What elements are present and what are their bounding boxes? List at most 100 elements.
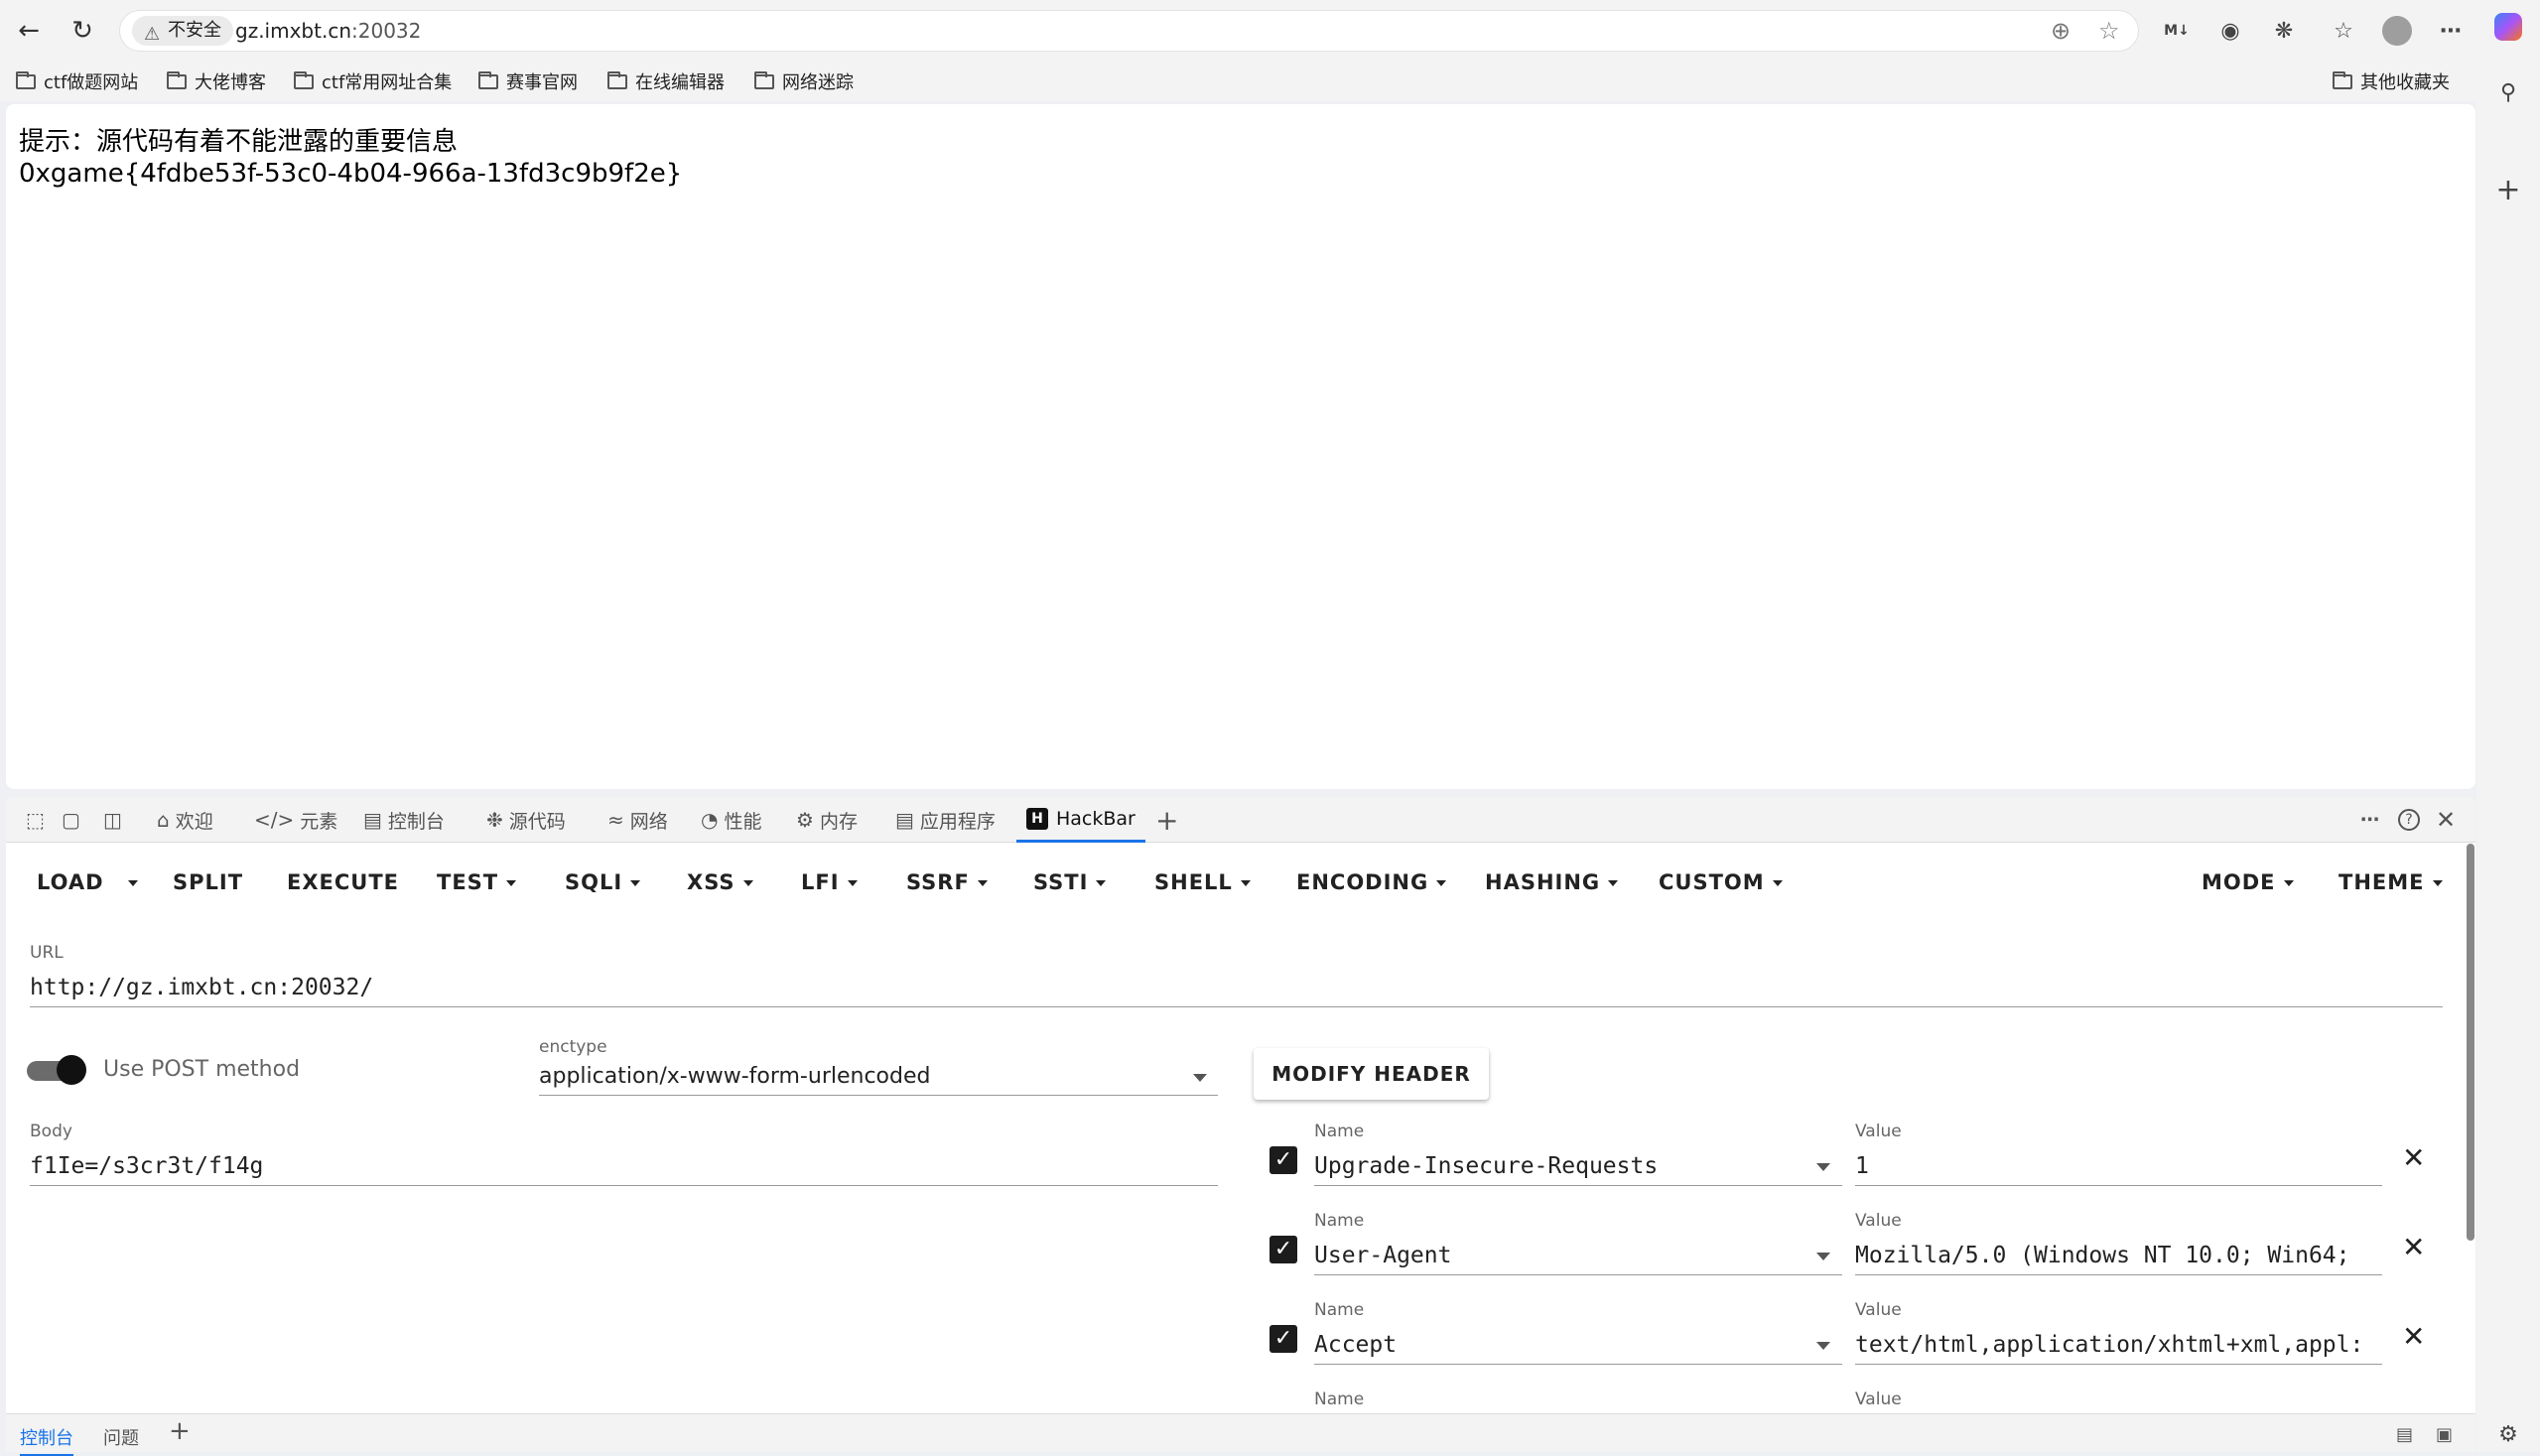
load-button[interactable]: LOAD bbox=[37, 870, 104, 894]
header-name-label: Name bbox=[1314, 1390, 1365, 1409]
header-value-input[interactable]: 1 bbox=[1855, 1153, 2382, 1186]
devtools-scrollbar[interactable] bbox=[2467, 844, 2474, 1241]
header-name-dropdown-icon[interactable] bbox=[1816, 1163, 1830, 1171]
close-devtools-icon[interactable]: ✕ bbox=[2436, 797, 2456, 843]
device-emulation-icon[interactable]: ▢ bbox=[62, 797, 86, 843]
other-bookmarks[interactable]: 其他收藏夹 bbox=[2333, 67, 2450, 95]
remove-header-icon[interactable]: ✕ bbox=[2402, 1320, 2425, 1353]
copilot-icon[interactable] bbox=[2491, 10, 2525, 44]
bookmark-folder[interactable]: ctf常用网址合集 bbox=[294, 67, 452, 95]
page-content: 提示：源代码有着不能泄露的重要信息 0xgame{4fdbe53f-53c0-4… bbox=[6, 104, 2475, 789]
security-badge[interactable]: ⚠ 不安全 bbox=[132, 16, 233, 46]
test-menu[interactable]: TEST bbox=[437, 870, 517, 894]
body-input[interactable]: f1Ie=/s3cr3t/f14g bbox=[30, 1153, 1218, 1186]
load-dropdown-icon[interactable] bbox=[128, 870, 138, 894]
ssrf-menu[interactable]: SSRF bbox=[906, 870, 988, 894]
folder-icon bbox=[2333, 70, 2352, 89]
dock-icon[interactable]: ◫ bbox=[103, 797, 128, 843]
home-icon: ⌂ bbox=[157, 808, 170, 832]
search-icon[interactable]: ⚲ bbox=[2491, 75, 2525, 109]
header-checkbox[interactable]: ✓ bbox=[1270, 1146, 1297, 1174]
header-value-label: Value bbox=[1855, 1211, 1902, 1231]
ssti-menu[interactable]: SSTI bbox=[1033, 870, 1107, 894]
bookmarks-bar: ctf做题网站 大佬博客 ctf常用网址合集 赛事官网 在线编辑器 网络迷踪 其… bbox=[0, 62, 2476, 101]
enctype-label: enctype bbox=[539, 1037, 607, 1057]
theme-menu[interactable]: THEME bbox=[2339, 870, 2443, 894]
browser-toolbar: ← ↻ ⚠ 不安全 gz.imxbt.cn:20032 ⊕ ☆ M↓ ◉ ❋ ☆ … bbox=[0, 0, 2476, 62]
header-checkbox[interactable]: ✓ bbox=[1270, 1236, 1297, 1263]
modify-header-button[interactable]: MODIFY HEADER bbox=[1254, 1048, 1489, 1100]
tab-elements[interactable]: </> 元素 bbox=[254, 797, 337, 843]
execute-button[interactable]: EXECUTE bbox=[287, 870, 399, 894]
tab-sources[interactable]: ❉ 源代码 bbox=[486, 797, 566, 843]
flag-text: 0xgame{4fdbe53f-53c0-4b04-966a-13fd3c9b9… bbox=[19, 159, 683, 189]
header-name-select[interactable]: Upgrade-Insecure-Requests bbox=[1314, 1153, 1842, 1186]
shell-menu[interactable]: SHELL bbox=[1154, 870, 1251, 894]
encoding-menu[interactable]: ENCODING bbox=[1296, 870, 1447, 894]
xss-menu[interactable]: XSS bbox=[687, 870, 753, 894]
markdown-extension-icon[interactable]: M↓ bbox=[2160, 14, 2194, 48]
header-checkbox[interactable]: ✓ bbox=[1270, 1325, 1297, 1353]
bookmark-folder[interactable]: 大佬博客 bbox=[167, 67, 266, 95]
more-menu-icon[interactable]: ⋯ bbox=[2434, 14, 2468, 48]
enctype-dropdown-icon[interactable] bbox=[1193, 1074, 1207, 1082]
collapse-drawer-icon[interactable]: ▣ bbox=[2436, 1424, 2453, 1445]
drawer-tab-issues[interactable]: 问题 bbox=[103, 1424, 139, 1450]
more-options-icon[interactable]: ⋯ bbox=[2360, 797, 2379, 843]
add-tab-icon[interactable]: + bbox=[1155, 797, 1178, 843]
tab-hackbar[interactable]: H HackBar bbox=[1016, 797, 1145, 843]
remove-header-icon[interactable]: ✕ bbox=[2402, 1141, 2425, 1174]
drawer-add-icon[interactable]: + bbox=[169, 1416, 191, 1446]
enctype-select[interactable]: application/x-www-form-urlencoded bbox=[539, 1064, 1218, 1096]
header-value-input[interactable]: text/html,application/xhtml+xml,appl: bbox=[1855, 1332, 2382, 1365]
split-button[interactable]: SPLIT bbox=[173, 870, 243, 894]
tab-console[interactable]: ▤ 控制台 bbox=[363, 797, 445, 843]
drawer-tab-console[interactable]: 控制台 bbox=[20, 1424, 73, 1456]
inspect-icon[interactable]: ⬚ bbox=[26, 797, 51, 843]
url-input[interactable]: http://gz.imxbt.cn:20032/ bbox=[30, 975, 2443, 1007]
tab-memory[interactable]: ⚙ 内存 bbox=[796, 797, 858, 843]
sqli-menu[interactable]: SQLI bbox=[565, 870, 641, 894]
hashing-menu[interactable]: HASHING bbox=[1485, 870, 1619, 894]
tab-welcome[interactable]: ⌂ 欢迎 bbox=[157, 797, 213, 843]
use-post-toggle[interactable] bbox=[27, 1055, 86, 1085]
mode-menu[interactable]: MODE bbox=[2202, 870, 2294, 894]
dock-drawer-icon[interactable]: ▤ bbox=[2396, 1424, 2413, 1445]
header-name-dropdown-icon[interactable] bbox=[1816, 1342, 1830, 1350]
header-value-label: Value bbox=[1855, 1390, 1902, 1409]
bookmark-folder[interactable]: 赛事官网 bbox=[478, 67, 578, 95]
bookmark-folder[interactable]: ctf做题网站 bbox=[16, 67, 138, 95]
bookmark-folder[interactable]: 在线编辑器 bbox=[607, 67, 725, 95]
address-bar[interactable]: ⚠ 不安全 gz.imxbt.cn:20032 ⊕ ☆ bbox=[119, 10, 2139, 52]
url-label: URL bbox=[30, 943, 64, 963]
zoom-icon[interactable]: ⊕ bbox=[2051, 17, 2071, 45]
favorites-icon[interactable]: ☆ bbox=[2327, 14, 2360, 48]
header-name-select[interactable]: Accept bbox=[1314, 1332, 1842, 1365]
tab-application[interactable]: ▤ 应用程序 bbox=[895, 797, 996, 843]
bookmark-folder[interactable]: 网络迷踪 bbox=[754, 67, 854, 95]
tab-performance[interactable]: ◔ 性能 bbox=[701, 797, 761, 843]
header-name-select[interactable]: User-Agent bbox=[1314, 1243, 1842, 1275]
add-icon[interactable]: + bbox=[2491, 173, 2525, 207]
back-icon[interactable]: ← bbox=[12, 14, 46, 48]
header-name-dropdown-icon[interactable] bbox=[1816, 1253, 1830, 1260]
profile-avatar[interactable] bbox=[2380, 14, 2414, 48]
edge-sidebar: ⚲ + ⚙ bbox=[2476, 0, 2540, 1452]
header-value-label: Value bbox=[1855, 1122, 1902, 1141]
extension-circle-icon[interactable]: ◉ bbox=[2213, 14, 2247, 48]
hackbar-logo-icon: H bbox=[1026, 807, 1048, 830]
hint-text: 提示：源代码有着不能泄露的重要信息 bbox=[19, 127, 459, 157]
tab-network[interactable]: ≈ 网络 bbox=[607, 797, 668, 843]
address-url[interactable]: gz.imxbt.cn:20032 bbox=[235, 19, 421, 43]
refresh-icon[interactable]: ↻ bbox=[66, 14, 99, 48]
extensions-puzzle-icon[interactable]: ❋ bbox=[2267, 14, 2301, 48]
favorite-star-icon[interactable]: ☆ bbox=[2098, 17, 2120, 45]
header-value-input[interactable]: Mozilla/5.0 (Windows NT 10.0; Win64; bbox=[1855, 1243, 2382, 1275]
settings-gear-icon[interactable]: ⚙ bbox=[2491, 1417, 2525, 1451]
help-icon[interactable]: ? bbox=[2398, 797, 2420, 843]
lfi-menu[interactable]: LFI bbox=[801, 870, 858, 894]
wifi-icon: ≈ bbox=[607, 808, 624, 832]
custom-menu[interactable]: CUSTOM bbox=[1659, 870, 1783, 894]
code-icon: </> bbox=[254, 808, 295, 832]
remove-header-icon[interactable]: ✕ bbox=[2402, 1231, 2425, 1263]
